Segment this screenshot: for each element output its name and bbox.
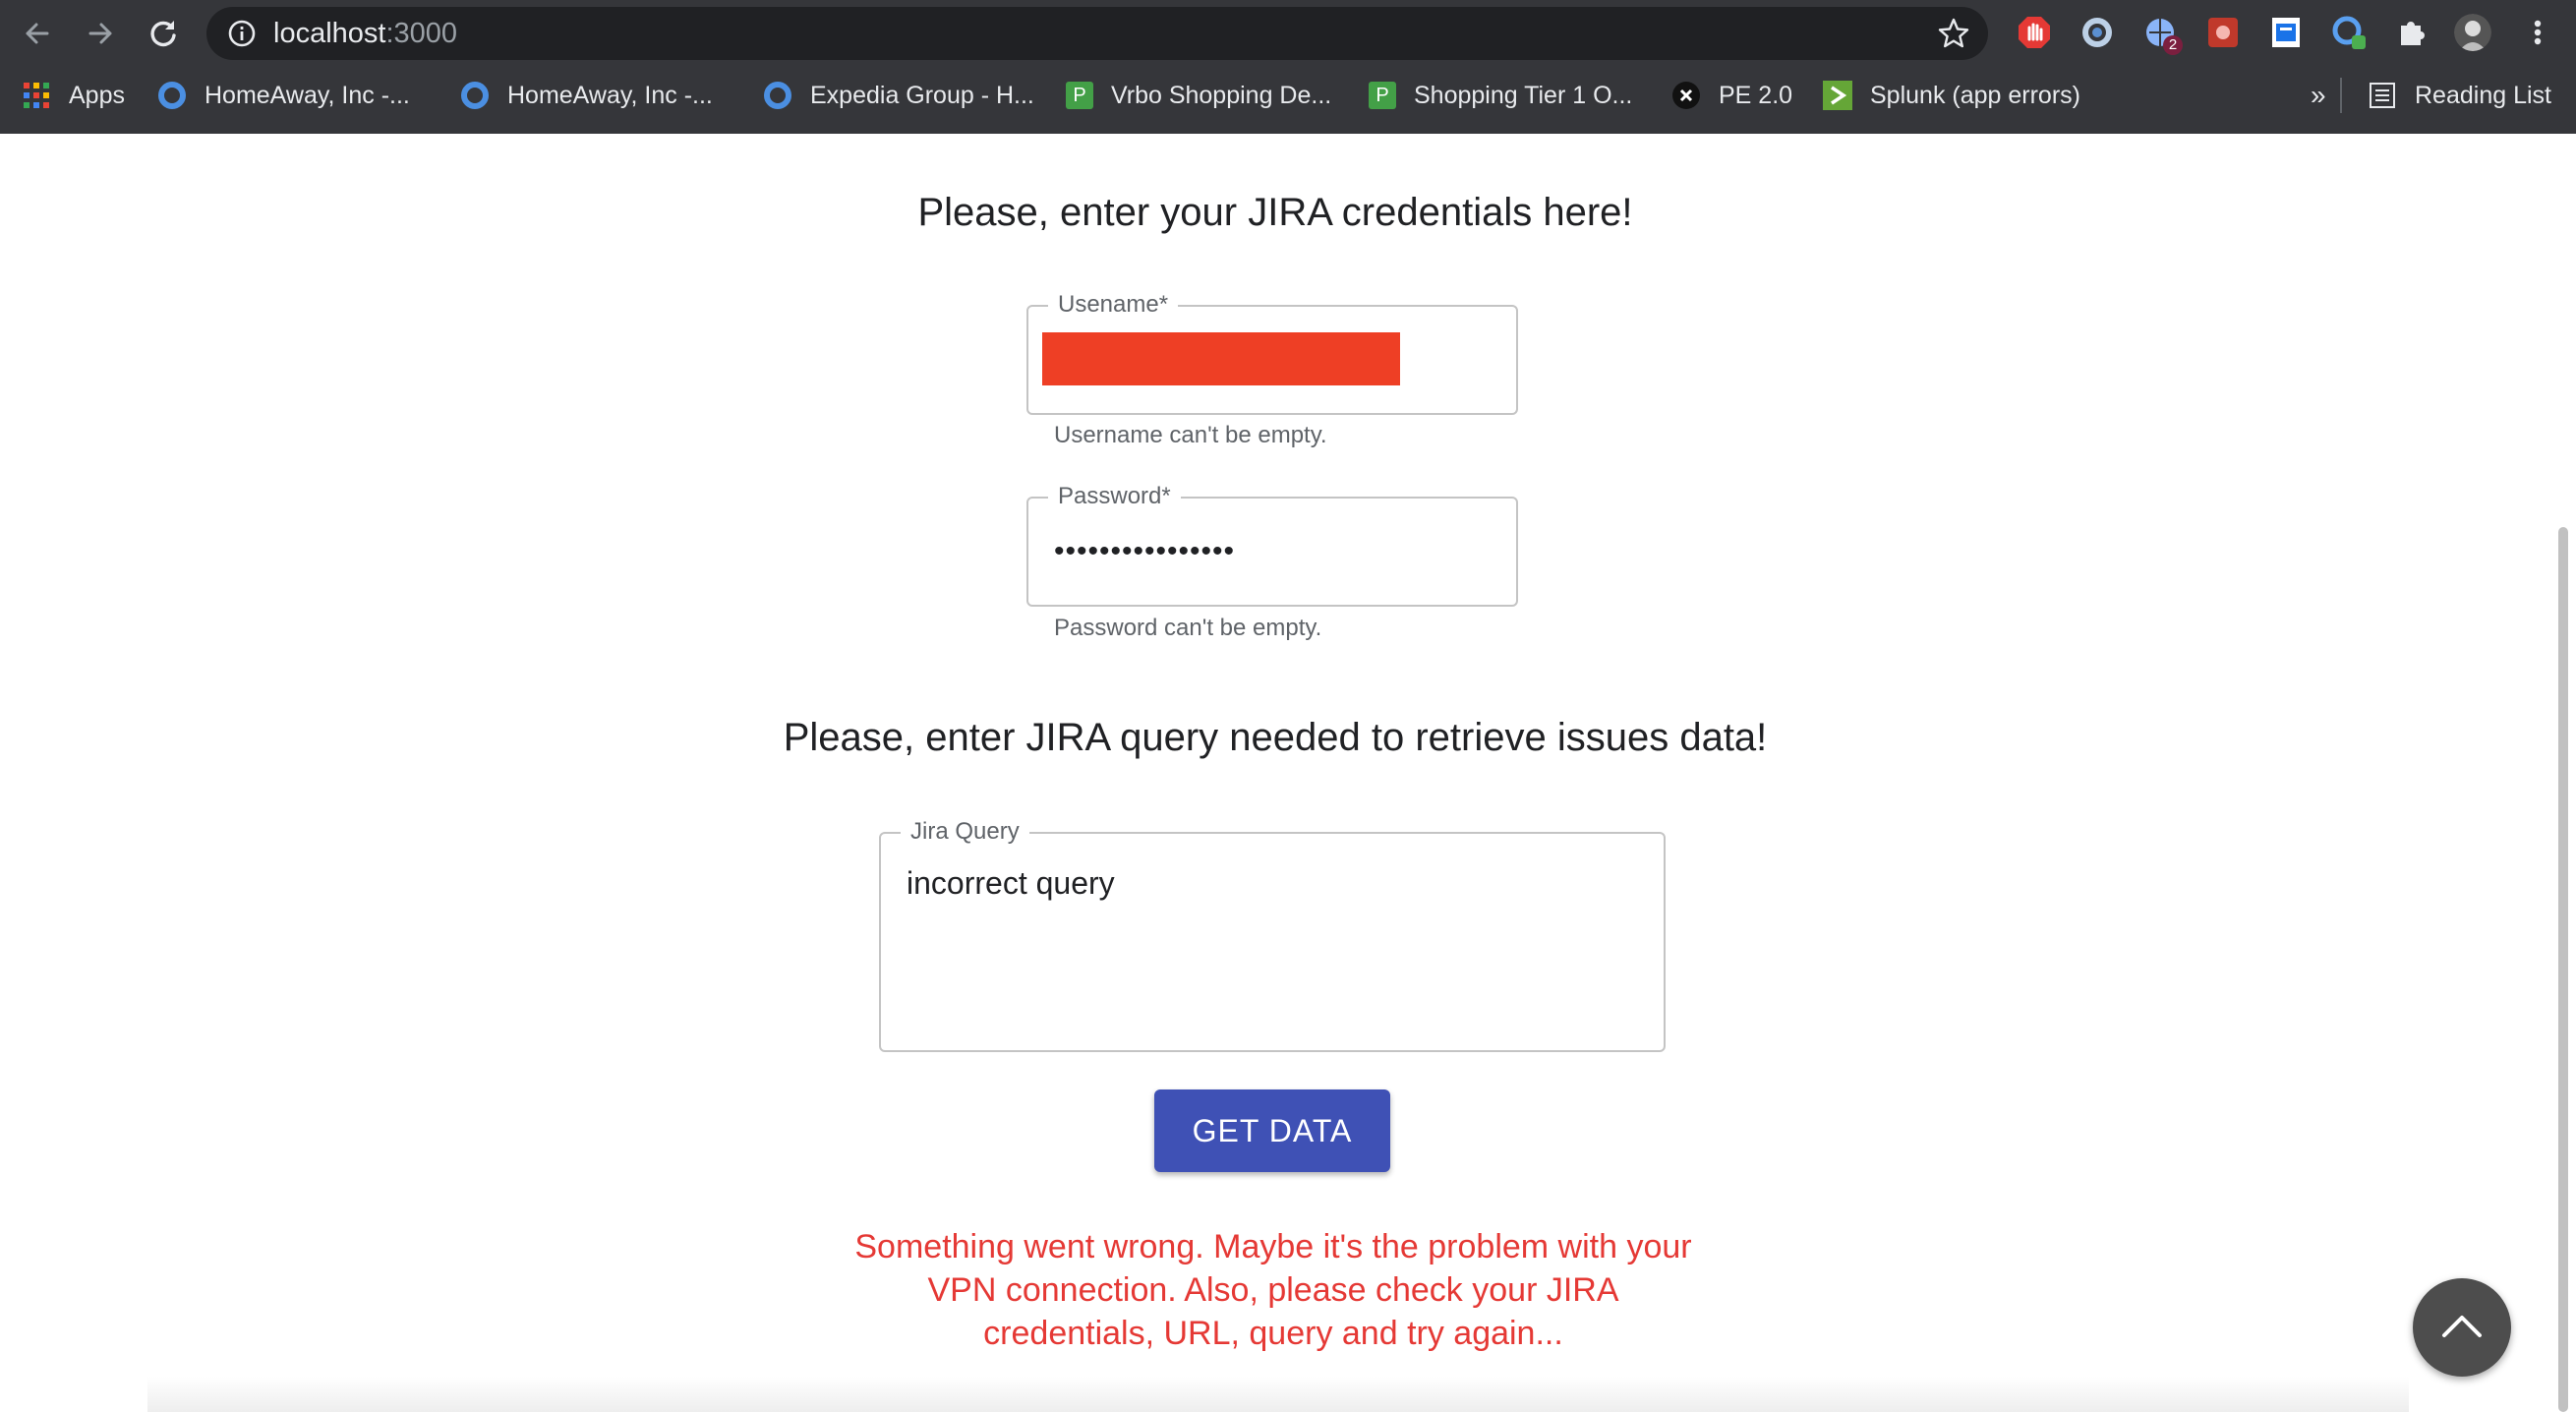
bookmark-expedia-group[interactable]: Expedia Group - H... [763, 78, 1034, 113]
bookmark-vrbo-shopping[interactable]: P Vrbo Shopping De... [1066, 78, 1331, 113]
extension-badge: 2 [2163, 35, 2183, 55]
x-circle-icon [1672, 82, 1700, 109]
globe-extension-icon[interactable]: 2 [2141, 14, 2183, 55]
page-scrollbar[interactable] [2550, 134, 2576, 1412]
password-value: •••••••••••••••• [1054, 535, 1236, 567]
bookmark-splunk[interactable]: Splunk (app errors) [1823, 78, 2080, 113]
circle-icon [764, 82, 791, 109]
extension-blue-ring-icon[interactable] [2330, 14, 2368, 51]
get-data-button[interactable]: GET DATA [1154, 1089, 1390, 1172]
scrollbar-thumb[interactable] [2558, 527, 2568, 1412]
bookmark-label: Apps [69, 81, 125, 109]
bookmarks-bar: Apps HomeAway, Inc -... HomeAway, Inc -.… [0, 67, 2576, 124]
arrow-right-icon [88, 23, 112, 44]
jira-query-field[interactable]: Jira Query incorrect query [879, 818, 1666, 1052]
info-icon[interactable] [226, 18, 258, 49]
address-bar[interactable]: localhost:3000 [206, 7, 1988, 60]
bookmark-label: Expedia Group - H... [810, 81, 1034, 109]
bookmark-label: PE 2.0 [1719, 81, 1793, 109]
bookmark-label: Splunk (app errors) [1870, 81, 2080, 109]
bookmark-apps[interactable]: Apps [22, 78, 125, 113]
bookmarks-overflow[interactable]: » [2311, 78, 2326, 113]
extension-blue-doc-icon[interactable] [2267, 14, 2305, 51]
bookmark-label: HomeAway, Inc -... [507, 81, 713, 109]
more-menu-icon[interactable] [2519, 14, 2554, 51]
error-message: Something went wrong. Maybe it's the pro… [854, 1228, 1692, 1352]
reload-icon [150, 21, 176, 47]
adblock-extension-icon[interactable] [2016, 14, 2053, 51]
url-text: localhost:3000 [273, 16, 457, 51]
bookmark-homeaway-2[interactable]: HomeAway, Inc -... [460, 78, 713, 113]
username-error: Username can't be empty. [1054, 422, 1327, 448]
username-field[interactable]: Usename* [1026, 291, 1518, 415]
arrow-left-icon [26, 23, 49, 44]
browser-chrome: localhost:3000 2 Apps HomeAway, Inc -...… [0, 0, 2576, 134]
puzzle-extensions-icon[interactable] [2393, 14, 2430, 51]
page-footer-shade [147, 1377, 2409, 1412]
bookmark-shopping-tier[interactable]: P Shopping Tier 1 O... [1369, 78, 1632, 113]
url-port: :3000 [385, 18, 458, 49]
bookmark-label: HomeAway, Inc -... [205, 81, 410, 109]
bookmark-homeaway-1[interactable]: HomeAway, Inc -... [157, 78, 410, 113]
splunk-icon [1823, 81, 1852, 110]
browser-toolbar: localhost:3000 2 [0, 0, 2576, 67]
apps-grid-icon [24, 83, 49, 108]
bookmarks-divider [2340, 78, 2344, 113]
url-host: localhost [273, 18, 386, 49]
page-content: Please, enter your JIRA credentials here… [0, 134, 2576, 1412]
credentials-heading: Please, enter your JIRA credentials here… [917, 191, 1633, 234]
circle-icon [461, 82, 489, 109]
chevron-up-icon [2442, 1316, 2482, 1337]
password-error: Password can't be empty. [1054, 615, 1322, 641]
reading-list-icon [2370, 83, 2395, 108]
jira-query-value: incorrect query [907, 865, 1115, 901]
bookmark-pe[interactable]: PE 2.0 [1671, 78, 1792, 113]
reading-list-button[interactable]: Reading List [2368, 78, 2551, 113]
back-button[interactable] [16, 12, 59, 55]
ring-extension-icon[interactable] [2078, 14, 2116, 51]
extension-red-icon[interactable] [2204, 14, 2242, 51]
forward-button[interactable] [79, 12, 122, 55]
jira-query-label: Jira Query [901, 818, 1029, 846]
scroll-to-top-button[interactable] [2413, 1278, 2511, 1377]
reading-list-label: Reading List [2415, 81, 2551, 109]
p-square-icon: P [1066, 82, 1093, 109]
query-heading: Please, enter JIRA query needed to retri… [783, 716, 1768, 759]
password-label: Password* [1048, 483, 1181, 510]
reload-button[interactable] [142, 12, 185, 55]
bookmark-label: Shopping Tier 1 O... [1414, 81, 1633, 109]
p-square-icon: P [1369, 82, 1396, 109]
bookmark-label: Vrbo Shopping De... [1111, 81, 1332, 109]
username-label: Usename* [1048, 291, 1179, 319]
circle-icon [158, 82, 186, 109]
password-field[interactable]: Password* •••••••••••••••• [1026, 483, 1518, 607]
bookmark-star-icon[interactable] [1937, 17, 1970, 50]
redacted-username [1042, 332, 1400, 385]
profile-avatar[interactable] [2454, 14, 2491, 51]
